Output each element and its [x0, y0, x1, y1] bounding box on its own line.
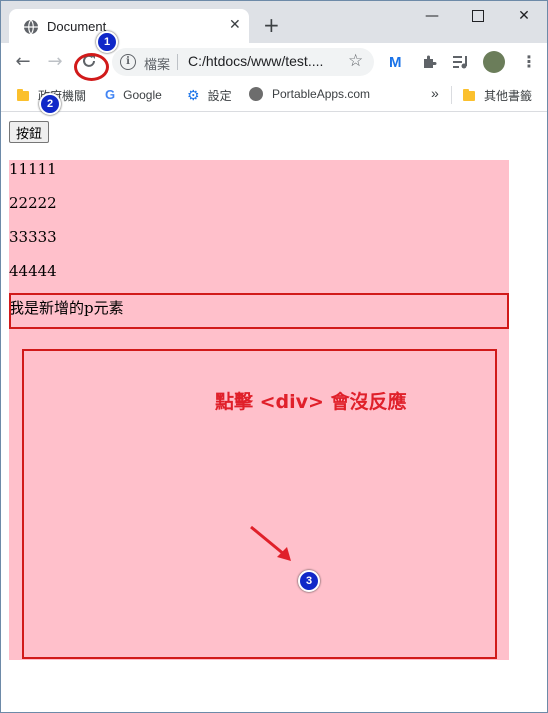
bookmark-item[interactable]: G Google: [105, 87, 162, 102]
bookmark-item[interactable]: ⚙ 設定: [187, 87, 232, 104]
bookmark-label: Google: [123, 87, 162, 102]
new-paragraph-highlight: [9, 293, 509, 329]
forward-icon[interactable]: →: [41, 47, 69, 75]
folder-icon: [463, 88, 475, 101]
maximize-icon[interactable]: [455, 1, 501, 31]
avatar[interactable]: [483, 51, 505, 73]
menu-dots-icon[interactable]: ⋮: [521, 52, 537, 71]
paragraph: 22222: [9, 194, 57, 212]
bookmarks-overflow-icon[interactable]: »: [431, 85, 439, 101]
scheme-label: 檔案: [144, 57, 171, 72]
paragraph: 11111: [9, 160, 57, 178]
portableapps-icon: [249, 87, 263, 101]
tab-title: Document: [47, 19, 107, 34]
bookmark-label: 設定: [207, 89, 232, 103]
minimize-icon[interactable]: —: [409, 1, 455, 31]
marker-1: 1: [96, 31, 118, 53]
title-bar: Document ✕ + — ✕: [1, 1, 547, 43]
reload-highlight: [74, 53, 109, 81]
bookmarks-divider: [451, 86, 452, 104]
media-queue-icon[interactable]: [453, 55, 469, 69]
other-bookmarks[interactable]: 其他書籤: [463, 87, 532, 104]
omnibox-divider: [177, 54, 178, 70]
marker-2: 2: [39, 93, 61, 115]
url-text[interactable]: C:/htdocs/www/test....: [188, 53, 323, 69]
close-tab-icon[interactable]: ✕: [229, 17, 241, 33]
browser-window: Document ✕ + — ✕ ← → i 檔案 C:/htdocs/www/…: [0, 0, 548, 713]
other-bookmarks-label: 其他書籤: [484, 89, 533, 103]
bookmark-label: PortableApps.com: [272, 87, 371, 101]
bookmark-item[interactable]: PortableApps.com: [249, 87, 370, 101]
browser-tab[interactable]: Document ✕: [9, 9, 249, 43]
paragraph: 33333: [9, 228, 57, 246]
google-icon: G: [105, 87, 116, 102]
bookmarks-bar: 政府機關 G Google ⚙ 設定 PortableApps.com » 其他…: [1, 79, 547, 112]
new-tab-icon[interactable]: +: [263, 15, 280, 35]
gear-icon: ⚙: [187, 87, 200, 103]
annotation-text: 點擊 <div> 會沒反應: [215, 391, 407, 413]
address-bar[interactable]: i 檔案 C:/htdocs/www/test.... ☆: [112, 48, 374, 76]
extensions-puzzle-icon[interactable]: [421, 54, 437, 70]
bookmark-star-icon[interactable]: ☆: [348, 51, 363, 71]
window-controls: — ✕: [409, 1, 547, 31]
marker-3: 3: [298, 570, 320, 592]
extension-m-icon[interactable]: M: [389, 54, 402, 71]
arrow-icon: [250, 525, 291, 561]
back-icon[interactable]: ←: [9, 47, 37, 75]
page-button[interactable]: 按鈕: [9, 121, 50, 143]
globe-icon: [24, 19, 38, 35]
folder-icon: [17, 88, 29, 101]
info-icon[interactable]: i: [120, 54, 136, 70]
close-window-icon[interactable]: ✕: [501, 1, 547, 31]
paragraph: 44444: [9, 262, 57, 280]
